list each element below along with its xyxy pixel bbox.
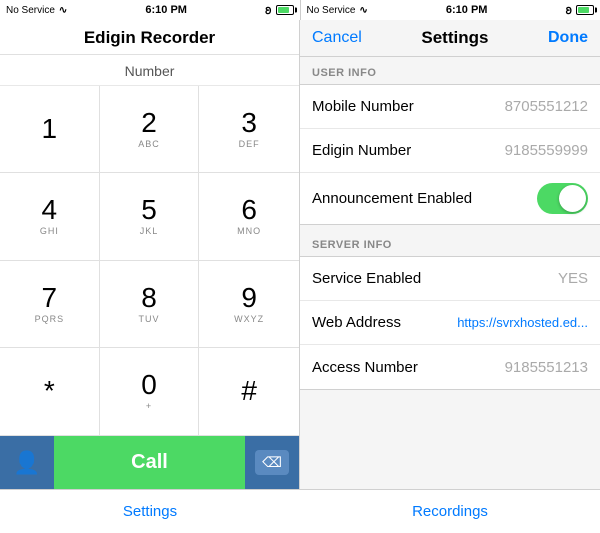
nav-settings-label: Settings xyxy=(123,503,177,520)
server-info-group: Service Enabled YES Web Address https://… xyxy=(300,256,600,390)
number-display: Number xyxy=(0,55,299,86)
key-letters-7: TUV xyxy=(138,314,159,324)
settings-panel: Cancel Settings Done USER INFO Mobile Nu… xyxy=(300,20,600,489)
dialer-header: Edigin Recorder xyxy=(0,20,299,55)
left-wifi-icon: ∿ xyxy=(59,5,67,16)
key-*[interactable]: * xyxy=(0,348,100,435)
announcement-label: Announcement Enabled xyxy=(312,190,537,207)
key-1[interactable]: 1 xyxy=(0,86,100,173)
toggle-thumb xyxy=(559,185,586,212)
dialer-panel: Edigin Recorder Number 1 2 ABC 3 DEF 4 GHI 5 JKL… xyxy=(0,20,300,489)
key-digit-9: * xyxy=(44,377,55,405)
key-digit-4: 5 xyxy=(141,196,157,224)
mobile-number-label: Mobile Number xyxy=(312,98,505,115)
access-number-label: Access Number xyxy=(312,359,505,376)
key-digit-1: 2 xyxy=(141,109,157,137)
main-content: Edigin Recorder Number 1 2 ABC 3 DEF 4 GHI 5 JKL… xyxy=(0,20,600,489)
key-digit-0: 1 xyxy=(42,115,58,143)
key-7[interactable]: 7 PQRS xyxy=(0,261,100,348)
right-time: 6:10 PM xyxy=(372,4,562,16)
key-0[interactable]: 0+ xyxy=(100,348,200,435)
key-digit-5: 6 xyxy=(241,196,257,224)
edigin-number-row: Edigin Number 9185559999 xyxy=(300,129,600,173)
left-status-bar: No Service ∿ 6:10 PM 𐐂 xyxy=(0,0,300,20)
contact-button[interactable]: 👤 xyxy=(0,436,54,489)
key-digit-8: 9 xyxy=(241,284,257,312)
access-number-value: 9185551213 xyxy=(505,359,588,376)
web-address-label: Web Address xyxy=(312,314,457,331)
service-enabled-row: Service Enabled YES xyxy=(300,257,600,301)
right-wifi-icon: ∿ xyxy=(359,5,367,16)
key-5[interactable]: 5 JKL xyxy=(100,173,200,260)
web-address-row: Web Address https://svrxhosted.ed... xyxy=(300,301,600,345)
user-info-header: USER INFO xyxy=(300,57,600,84)
mobile-number-value: 8705551212 xyxy=(505,98,588,115)
contact-icon: 👤 xyxy=(13,450,40,476)
delete-icon: ⌫ xyxy=(255,450,289,475)
left-battery-icon xyxy=(276,5,294,15)
nav-settings[interactable]: Settings xyxy=(0,490,300,533)
key-letters-4: JKL xyxy=(140,226,159,236)
settings-title: Settings xyxy=(421,28,488,48)
call-bar: 👤 Call ⌫ xyxy=(0,435,299,489)
status-bars: No Service ∿ 6:10 PM 𐐂 No Service ∿ 6:10… xyxy=(0,0,600,20)
key-digit-7: 8 xyxy=(141,284,157,312)
bottom-nav: Settings Recordings xyxy=(0,489,600,533)
announcement-toggle[interactable] xyxy=(537,183,588,214)
key-4[interactable]: 4 GHI xyxy=(0,173,100,260)
key-digit-2: 3 xyxy=(241,109,257,137)
right-battery-icon xyxy=(576,5,594,15)
number-label: Number xyxy=(125,63,175,79)
right-signal-label: No Service xyxy=(307,5,356,16)
key-digit-3: 4 xyxy=(42,196,58,224)
key-letters-1: ABC xyxy=(138,139,160,149)
left-battery-fill xyxy=(278,7,289,13)
left-bluetooth-icon: 𐐂 xyxy=(265,3,271,17)
right-battery-fill xyxy=(578,7,589,13)
key-9[interactable]: 9 WXYZ xyxy=(199,261,299,348)
key-digit-10: 0 xyxy=(141,371,157,399)
service-enabled-label: Service Enabled xyxy=(312,270,558,287)
key-3[interactable]: 3 DEF xyxy=(199,86,299,173)
left-time: 6:10 PM xyxy=(71,4,261,16)
settings-content: USER INFO Mobile Number 8705551212 Edigi… xyxy=(300,57,600,489)
key-2[interactable]: 2 ABC xyxy=(100,86,200,173)
delete-button[interactable]: ⌫ xyxy=(245,436,299,489)
call-label: Call xyxy=(131,451,168,474)
keypad: 12ABC3DEF4GHI5JKL6MNO7PQRS8TUV9WXYZ*0+# xyxy=(0,86,299,435)
key-6[interactable]: 6 MNO xyxy=(199,173,299,260)
user-info-group: Mobile Number 8705551212 Edigin Number 9… xyxy=(300,84,600,225)
key-digit-6: 7 xyxy=(42,284,58,312)
cancel-button[interactable]: Cancel xyxy=(312,29,362,47)
right-bluetooth-icon: 𐐂 xyxy=(566,3,572,17)
key-letters-2: DEF xyxy=(239,139,260,149)
announcement-row: Announcement Enabled xyxy=(300,173,600,224)
call-button[interactable]: Call xyxy=(54,436,245,489)
key-digit-11: # xyxy=(241,377,257,405)
dialer-title: Edigin Recorder xyxy=(0,28,299,48)
key-letters-3: GHI xyxy=(40,226,59,236)
right-status-bar: No Service ∿ 6:10 PM 𐐂 xyxy=(300,0,600,20)
mobile-number-row: Mobile Number 8705551212 xyxy=(300,85,600,129)
web-address-value: https://svrxhosted.ed... xyxy=(457,315,588,330)
done-button[interactable]: Done xyxy=(548,29,588,47)
nav-recordings[interactable]: Recordings xyxy=(300,490,600,533)
nav-recordings-label: Recordings xyxy=(412,503,488,520)
key-letters-5: MNO xyxy=(237,226,261,236)
key-letters-10: + xyxy=(146,401,152,411)
key-#[interactable]: # xyxy=(199,348,299,435)
server-info-header: SERVER INFO xyxy=(300,229,600,256)
key-8[interactable]: 8 TUV xyxy=(100,261,200,348)
left-signal-label: No Service xyxy=(6,5,55,16)
key-letters-6: PQRS xyxy=(35,314,65,324)
settings-header: Cancel Settings Done xyxy=(300,20,600,57)
edigin-number-value: 9185559999 xyxy=(505,142,588,159)
edigin-number-label: Edigin Number xyxy=(312,142,505,159)
service-enabled-value: YES xyxy=(558,270,588,287)
access-number-row: Access Number 9185551213 xyxy=(300,345,600,389)
delete-label: ⌫ xyxy=(262,454,282,470)
key-letters-8: WXYZ xyxy=(234,314,264,324)
